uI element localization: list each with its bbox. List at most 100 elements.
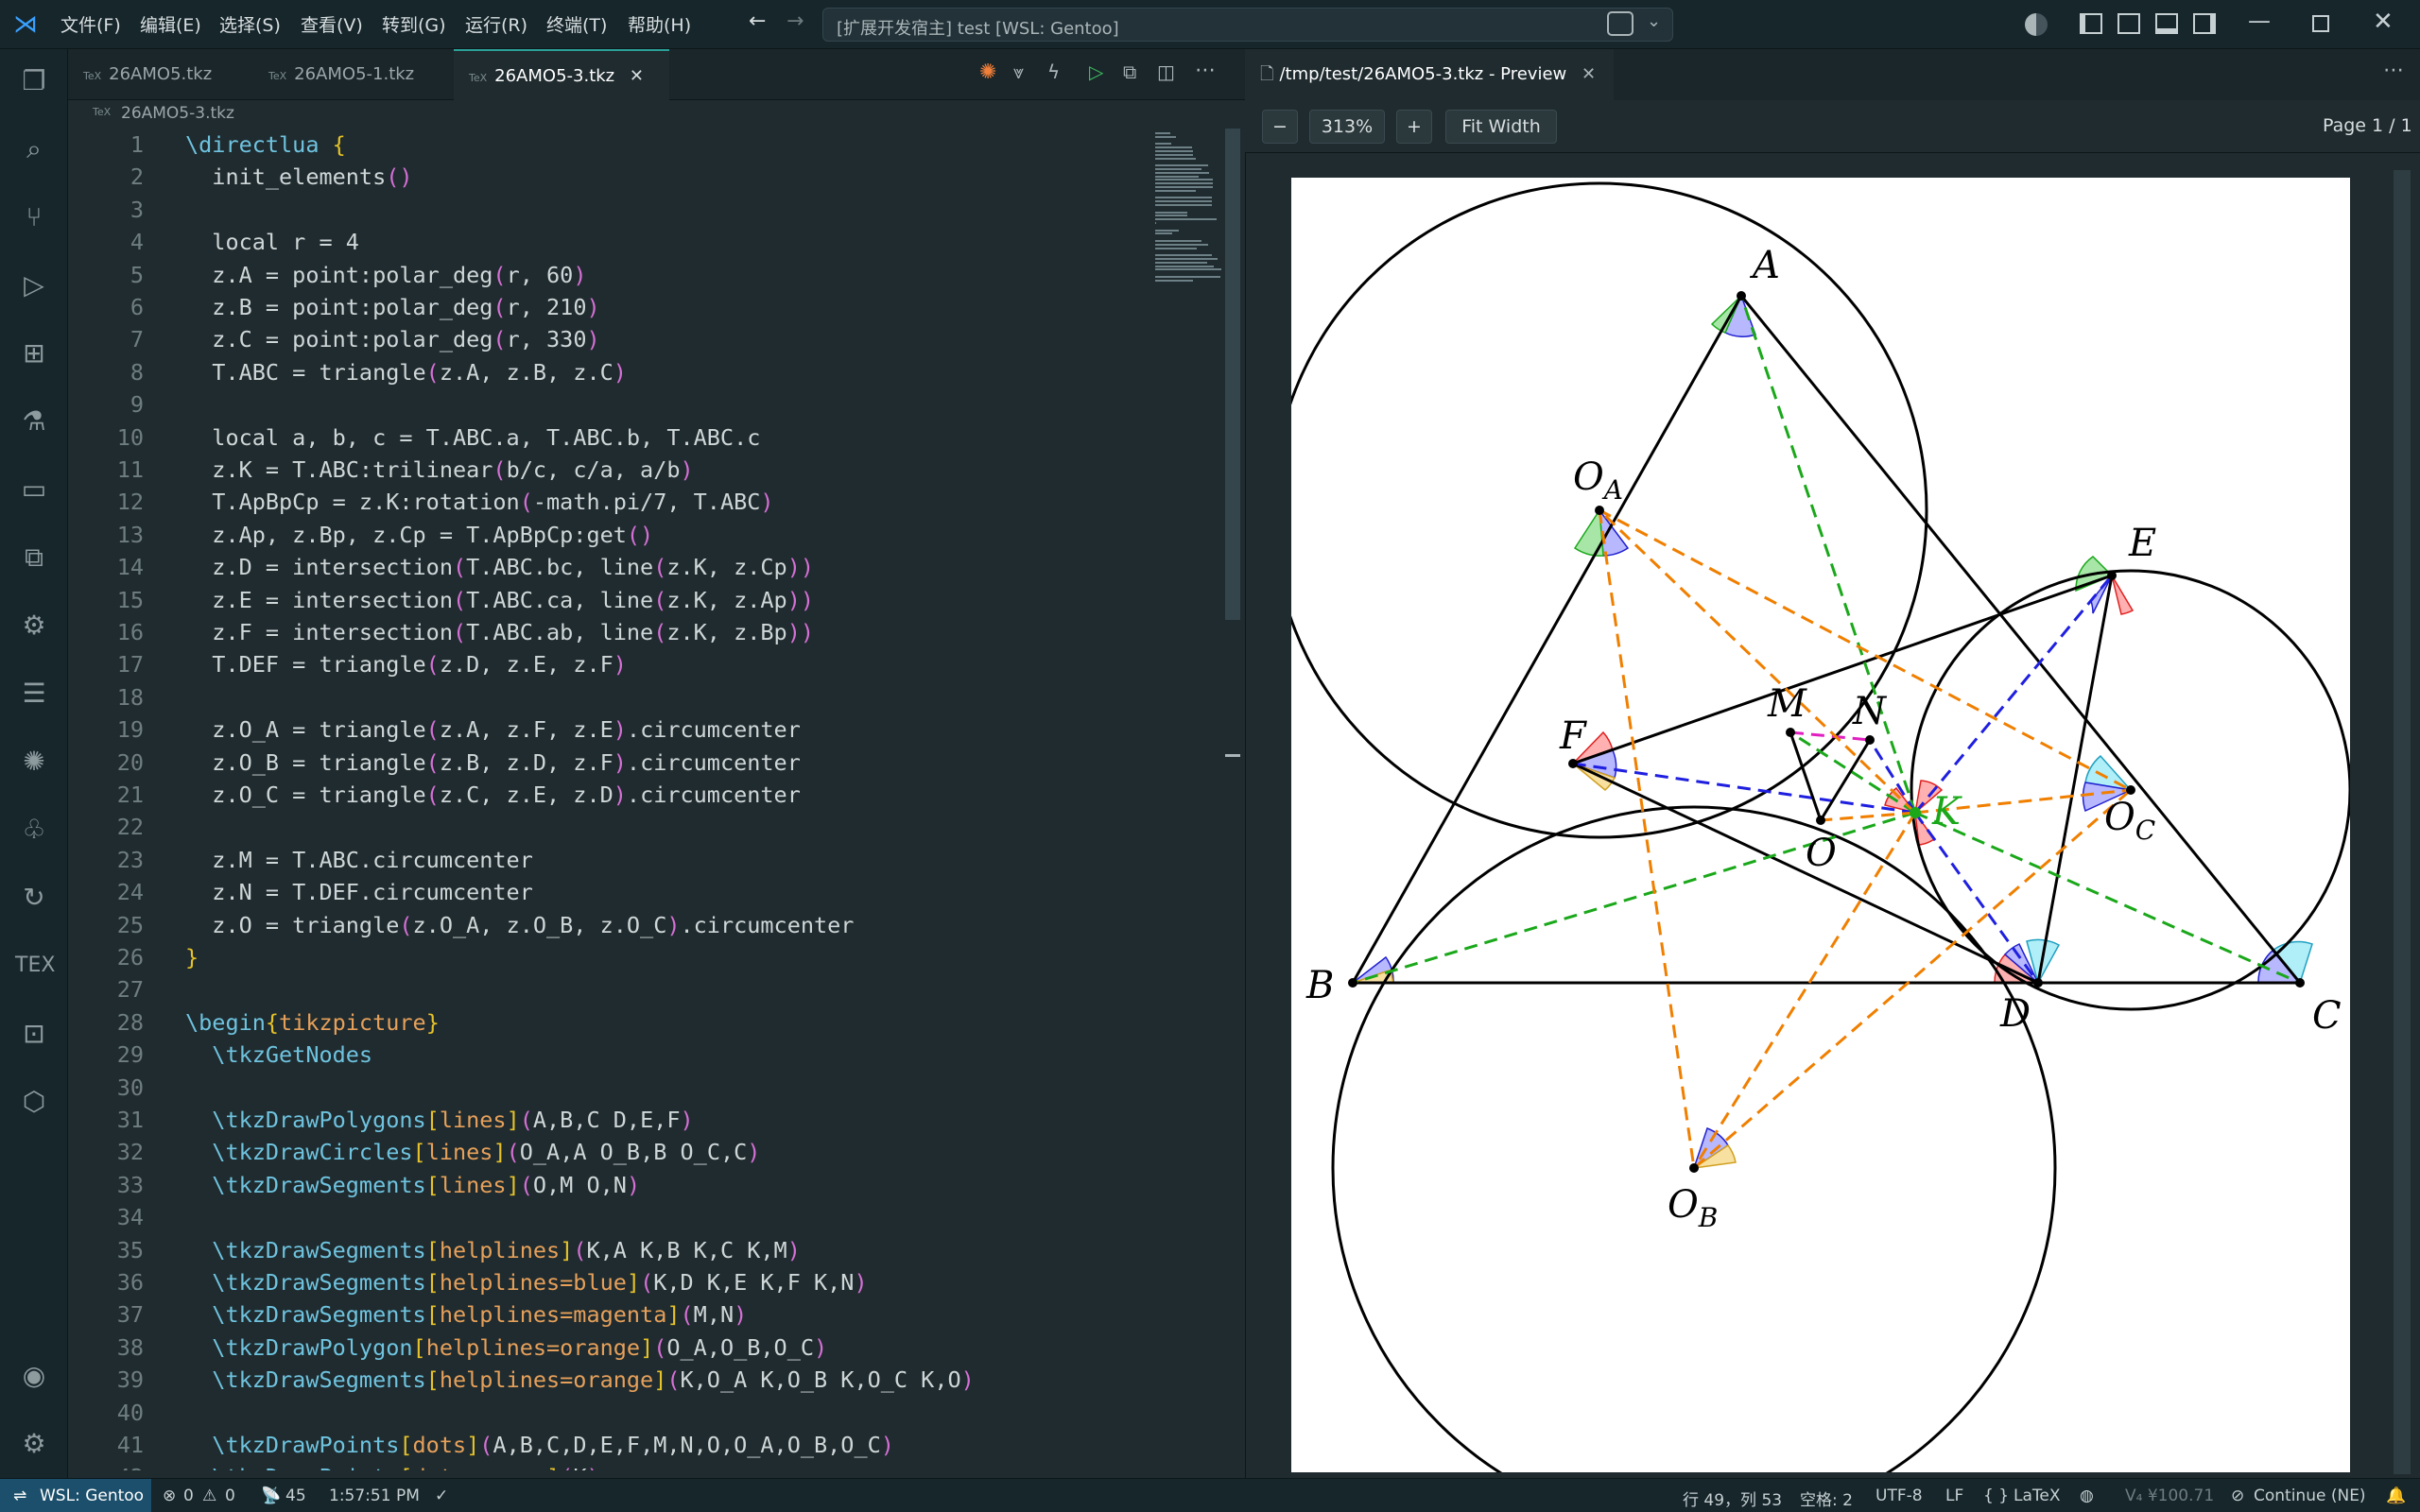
- warning-count[interactable]: 0: [225, 1486, 235, 1505]
- files-icon[interactable]: ❐: [15, 62, 53, 100]
- ports-count[interactable]: 45: [285, 1486, 306, 1505]
- code-line[interactable]: 31 \tkzDrawPolygons[lines](A,B,C D,E,F): [68, 1107, 694, 1139]
- preview-scrollbar[interactable]: [2394, 170, 2411, 1474]
- open-preview-icon[interactable]: ⧉: [1123, 60, 1136, 83]
- gear-icon[interactable]: ⚙: [15, 1425, 53, 1463]
- price-indicator[interactable]: V₄ ¥100.71: [2125, 1486, 2214, 1505]
- remote-window-icon[interactable]: ⊡: [15, 1015, 53, 1053]
- more-actions-icon[interactable]: ⋯: [1195, 59, 1216, 82]
- menu-help[interactable]: 帮助(H): [628, 11, 691, 37]
- filter-icon[interactable]: ⩔: [1013, 60, 1024, 83]
- toggle-primary-sidebar-icon[interactable]: [2080, 13, 2102, 34]
- language-mode[interactable]: LaTeX: [2014, 1486, 2061, 1505]
- layout-grid-icon[interactable]: [2118, 13, 2140, 34]
- code-line[interactable]: 12 T.ApBpCp = z.K:rotation(-math.pi/7, T…: [68, 489, 774, 521]
- remote-settings-icon[interactable]: ⚙: [15, 607, 53, 644]
- continue-status[interactable]: Continue (NE): [2254, 1486, 2366, 1505]
- code-line[interactable]: 17 T.DEF = triangle(z.D, z.E, z.F): [68, 651, 627, 683]
- code-line[interactable]: 9: [68, 391, 185, 423]
- code-line[interactable]: 15 z.E = intersection(T.ABC.ca, line(z.K…: [68, 587, 814, 619]
- more-actions-icon[interactable]: ⋯: [2383, 59, 2404, 82]
- menu-go[interactable]: 转到(G): [382, 11, 446, 37]
- code-line[interactable]: 35 \tkzDrawSegments[helplines](K,A K,B K…: [68, 1237, 801, 1269]
- close-icon[interactable]: ✕: [1582, 64, 1596, 84]
- code-line[interactable]: 30: [68, 1074, 185, 1107]
- code-line[interactable]: 40: [68, 1400, 185, 1432]
- encoding[interactable]: UTF-8: [1876, 1486, 1923, 1505]
- code-line[interactable]: 11 z.K = T.ABC:trilinear(b/c, c/a, a/b): [68, 456, 694, 489]
- tab-26amo5-1[interactable]: TeX 26AMO5-1.tkz: [253, 49, 454, 100]
- code-line[interactable]: 10 local a, b, c = T.ABC.a, T.ABC.b, T.A…: [68, 424, 761, 456]
- code-line[interactable]: 24 z.N = T.DEF.circumcenter: [68, 879, 533, 911]
- menu-view[interactable]: 查看(V): [301, 11, 363, 37]
- warning-icon[interactable]: ⚠: [202, 1486, 216, 1505]
- loop-icon[interactable]: ↻: [15, 879, 53, 917]
- tree-icon[interactable]: ♧: [15, 811, 53, 849]
- spark-icon[interactable]: ✺: [15, 743, 53, 781]
- code-line[interactable]: 2 init_elements(): [68, 163, 413, 196]
- cursor-position[interactable]: 行 49，列 53: [1683, 1486, 1782, 1510]
- code-line[interactable]: 36 \tkzDrawSegments[helplines=blue](K,D …: [68, 1269, 868, 1301]
- code-line[interactable]: 27: [68, 976, 185, 1008]
- code-line[interactable]: 37 \tkzDrawSegments[helplines=magenta](M…: [68, 1301, 748, 1333]
- tab-preview[interactable]: 🗋/tmp/test/26AMO5-3.tkz - Preview ✕: [1245, 49, 1614, 100]
- restore-icon[interactable]: [2312, 15, 2329, 32]
- command-center-search[interactable]: [扩展开发宿主] test [WSL: Gentoo]: [822, 8, 1673, 42]
- lightning-icon[interactable]: ϟ: [1047, 60, 1060, 83]
- accounts-status-icon[interactable]: [2025, 13, 2048, 36]
- search-icon[interactable]: ⌕: [15, 130, 53, 168]
- minimize-icon[interactable]: —: [2248, 8, 2271, 34]
- code-line[interactable]: 19 z.O_A = triangle(z.A, z.F, z.E).circu…: [68, 716, 801, 748]
- tab-26amo5-3[interactable]: TeX 26AMO5-3.tkz ✕: [454, 49, 669, 100]
- package-icon[interactable]: ⬡: [15, 1083, 53, 1121]
- run-debug-icon[interactable]: ▷: [15, 266, 53, 304]
- zoom-in-button[interactable]: +: [1396, 110, 1432, 144]
- menu-run[interactable]: 运行(R): [465, 11, 527, 37]
- tab-26amo5[interactable]: TeX 26AMO5.tkz: [68, 49, 253, 100]
- error-icon[interactable]: ⊗: [163, 1486, 176, 1505]
- menu-selection[interactable]: 选择(S): [219, 11, 281, 37]
- ports-icon[interactable]: 📡: [261, 1486, 281, 1505]
- indentation[interactable]: 空格: 2: [1800, 1486, 1853, 1510]
- code-line[interactable]: 5 z.A = point:polar_deg(r, 60): [68, 262, 587, 294]
- tex-icon[interactable]: TEX: [15, 947, 55, 985]
- code-line[interactable]: 13 z.Ap, z.Bp, z.Cp = T.ApBpCp:get(): [68, 522, 654, 554]
- code-line[interactable]: 42 \tkzDrawPoints[dots=green](K): [68, 1464, 600, 1470]
- code-line[interactable]: 22: [68, 814, 185, 846]
- code-editor[interactable]: 1 \directlua {2 init_elements() 3 4 local r…: [68, 129, 1155, 1470]
- code-line[interactable]: 14 z.D = intersection(T.ABC.bc, line(z.K…: [68, 554, 814, 586]
- remote-explorer-icon[interactable]: ⧉: [15, 539, 53, 576]
- split-editor-icon[interactable]: ◫: [1157, 60, 1175, 83]
- code-line[interactable]: 1 \directlua {: [68, 131, 346, 163]
- code-line[interactable]: 39 \tkzDrawSegments[helplines=orange](K,…: [68, 1366, 975, 1399]
- account-icon[interactable]: ◉: [15, 1357, 53, 1395]
- extensions-icon[interactable]: ⊞: [15, 335, 53, 372]
- menu-terminal[interactable]: 终端(T): [546, 11, 607, 37]
- code-line[interactable]: 6 z.B = point:polar_deg(r, 210): [68, 294, 600, 326]
- menu-file[interactable]: 文件(F): [60, 11, 121, 37]
- copilot-icon[interactable]: ◍: [2080, 1486, 2094, 1505]
- run-icon[interactable]: ▷: [1089, 60, 1103, 83]
- editor-scrollbar[interactable]: [1225, 129, 1240, 620]
- breadcrumb-file[interactable]: 26AMO5-3.tkz: [121, 104, 234, 123]
- code-line[interactable]: 8 T.ABC = triangle(z.A, z.B, z.C): [68, 359, 627, 391]
- chevron-down-icon[interactable]: ⌄: [1647, 11, 1661, 31]
- folder-icon[interactable]: ▭: [15, 471, 53, 508]
- code-line[interactable]: 29 \tkzGetNodes: [68, 1041, 372, 1074]
- source-control-icon[interactable]: ⑂: [15, 198, 53, 236]
- code-line[interactable]: 21 z.O_C = triangle(z.C, z.E, z.D).circu…: [68, 782, 801, 814]
- code-line[interactable]: 3: [68, 197, 185, 229]
- end-of-line[interactable]: LF: [1945, 1486, 1963, 1505]
- code-line[interactable]: 26}: [68, 944, 199, 976]
- fit-width-button[interactable]: Fit Width: [1445, 110, 1557, 144]
- minimap[interactable]: [1155, 129, 1226, 282]
- code-line[interactable]: 32 \tkzDrawCircles[lines](O_A,A O_B,B O_…: [68, 1139, 761, 1171]
- code-line[interactable]: 28 \begin{tikzpicture}: [68, 1009, 440, 1041]
- code-line[interactable]: 41 \tkzDrawPoints[dots](A,B,C,D,E,F,M,N,…: [68, 1432, 894, 1464]
- testing-icon[interactable]: ⚗: [15, 403, 53, 440]
- code-line[interactable]: 33 \tkzDrawSegments[lines](O,M O,N): [68, 1172, 640, 1204]
- code-line[interactable]: 20 z.O_B = triangle(z.B, z.D, z.F).circu…: [68, 749, 801, 782]
- close-window-icon[interactable]: ✕: [2373, 8, 2394, 36]
- toggle-secondary-sidebar-icon[interactable]: [2193, 13, 2216, 34]
- close-icon[interactable]: ✕: [630, 66, 644, 86]
